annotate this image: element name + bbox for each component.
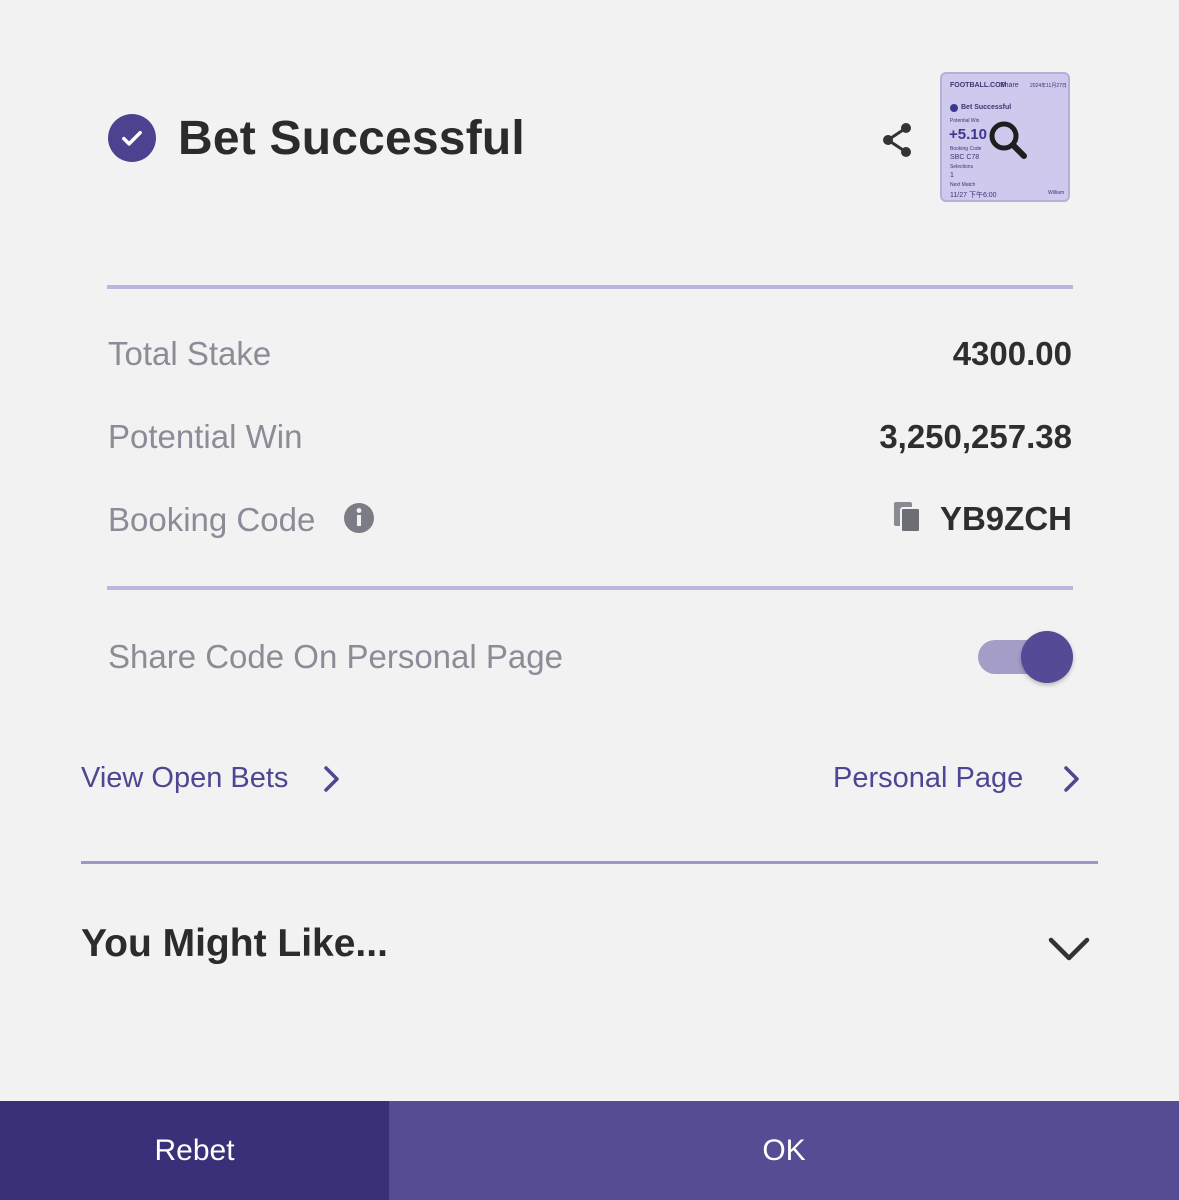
info-icon[interactable] <box>343 502 375 534</box>
chevron-right-icon <box>318 763 344 795</box>
toggle-knob <box>1021 631 1073 683</box>
total-stake-value: 4300.00 <box>952 335 1072 372</box>
view-open-bets-link[interactable]: View Open Bets <box>81 762 344 795</box>
potential-win-label: Potential Win <box>108 418 303 455</box>
ok-button[interactable]: OK <box>389 1101 1179 1200</box>
thumb-amount: +5.10 <box>949 126 987 143</box>
booking-code-label: Booking Code <box>108 501 316 538</box>
thumb-brand: FOOTBALL.COM <box>950 82 1007 89</box>
personal-page-label: Personal Page <box>833 762 1024 794</box>
share-code-label: Share Code On Personal Page <box>108 638 563 675</box>
thumb-title: Bet Successful <box>961 104 1012 111</box>
magnifier-icon[interactable] <box>986 118 1030 162</box>
thumb-share-label: Share <box>1000 82 1019 89</box>
thumb-user: William <box>1048 190 1065 196</box>
copy-icon[interactable] <box>892 500 924 534</box>
section-divider <box>81 861 1098 864</box>
booking-code-value: YB9ZCH <box>939 500 1072 537</box>
ok-label: OK <box>762 1133 806 1167</box>
rebet-button[interactable]: Rebet <box>0 1101 389 1200</box>
thumb-next-match: 11/27 下午6:00 <box>950 192 997 199</box>
potential-win-value: 3,250,257.38 <box>879 418 1072 455</box>
thumb-next-match-label: Next Match <box>950 182 976 188</box>
thumb-booking-code-label: Booking Code <box>950 146 982 152</box>
you-might-like-title: You Might Like... <box>81 922 388 965</box>
rebet-label: Rebet <box>154 1133 235 1167</box>
divider <box>107 285 1073 289</box>
thumb-potential-win-label: Potential Win <box>950 118 980 124</box>
personal-page-link[interactable]: Personal Page <box>833 762 1084 795</box>
view-open-bets-label: View Open Bets <box>81 762 289 794</box>
title-row: Bet Successful <box>108 108 525 168</box>
check-circle-icon <box>108 114 156 162</box>
thumb-check-icon <box>950 104 958 112</box>
page-title: Bet Successful <box>178 111 525 165</box>
thumb-selections: 1 <box>950 172 954 179</box>
divider <box>107 586 1073 590</box>
thumb-date: 2024年11月27日 <box>1030 83 1067 89</box>
thumb-selections-label: Selections <box>950 164 974 170</box>
total-stake-label: Total Stake <box>108 335 272 372</box>
chevron-down-icon[interactable] <box>1046 934 1092 964</box>
thumb-booking-code: SBC C78 <box>950 154 980 161</box>
share-code-toggle[interactable] <box>978 631 1074 683</box>
chevron-right-icon <box>1058 763 1084 795</box>
share-icon[interactable] <box>878 120 918 160</box>
